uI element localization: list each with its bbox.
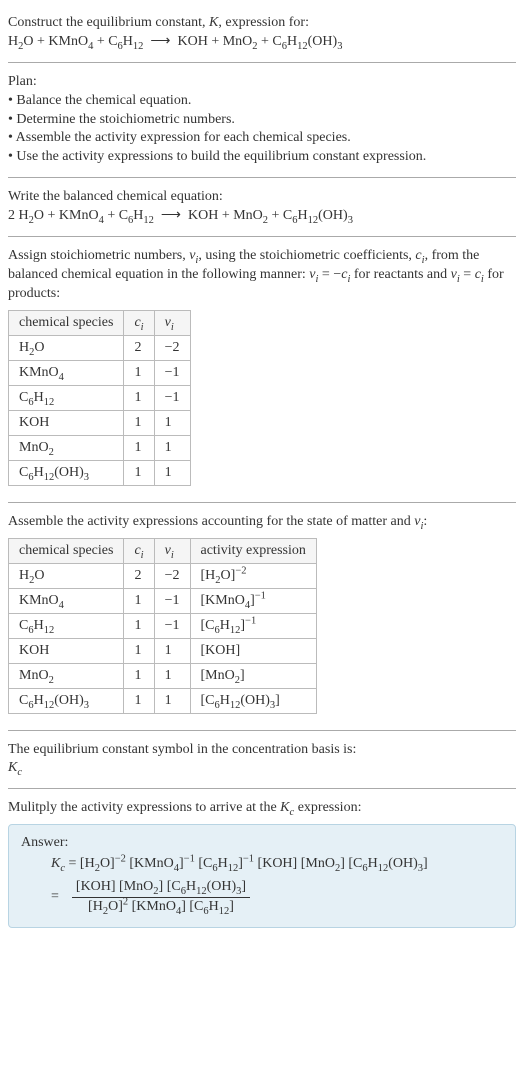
- col-vi: νi: [154, 310, 190, 335]
- activity-section: Assemble the activity expressions accoun…: [8, 507, 516, 726]
- divider: [8, 788, 516, 789]
- cell-species: KMnO4: [9, 360, 124, 385]
- cell-expr: [KOH]: [190, 638, 316, 663]
- answer-fraction: = [KOH] [MnO2] [C6H12(OH)3] [H2O]2 [KMnO…: [21, 878, 503, 917]
- cell-v: 1: [154, 638, 190, 663]
- answer-denominator: [H2O]2 [KMnO4] [C6H12]: [72, 898, 250, 917]
- col-vi: νi: [154, 538, 190, 563]
- cell-v: 1: [154, 688, 190, 713]
- answer-line1: Kc = [H2O]−2 [KMnO4]−1 [C6H12]−1 [KOH] […: [21, 855, 503, 874]
- plan-item: • Determine the stoichiometric numbers.: [8, 111, 516, 130]
- cell-c: 1: [124, 613, 154, 638]
- divider: [8, 502, 516, 503]
- symbol-line1: The equilibrium constant symbol in the c…: [8, 741, 516, 760]
- cell-v: −1: [154, 385, 190, 410]
- plan-item: • Use the activity expressions to build …: [8, 148, 516, 167]
- prompt-equation: H2O + KMnO4 + C6H12 ⟶ KOH + MnO2 + C6H12…: [8, 33, 516, 52]
- divider: [8, 730, 516, 731]
- table-row: KOH11: [9, 410, 191, 435]
- cell-species: MnO2: [9, 435, 124, 460]
- cell-species: KOH: [9, 638, 124, 663]
- cell-species: C6H12(OH)3: [9, 688, 124, 713]
- plan-item: • Balance the chemical equation.: [8, 92, 516, 111]
- table-row: C6H121−1[C6H12]−1: [9, 613, 317, 638]
- table-row: KMnO41−1: [9, 360, 191, 385]
- stoich-section: Assign stoichiometric numbers, νi, using…: [8, 241, 516, 498]
- table-header-row: chemical species ci νi activity expressi…: [9, 538, 317, 563]
- cell-c: 1: [124, 435, 154, 460]
- cell-c: 1: [124, 588, 154, 613]
- cell-expr: [C6H12]−1: [190, 613, 316, 638]
- plan-section: Plan: • Balance the chemical equation. •…: [8, 67, 516, 173]
- activity-table: chemical species ci νi activity expressi…: [8, 538, 317, 714]
- divider: [8, 177, 516, 178]
- cell-v: 1: [154, 460, 190, 485]
- table-header-row: chemical species ci νi: [9, 310, 191, 335]
- balanced-equation: 2 H2O + KMnO4 + C6H12 ⟶ KOH + MnO2 + C6H…: [8, 207, 516, 226]
- symbol-line2: Kc: [8, 759, 516, 778]
- cell-c: 1: [124, 360, 154, 385]
- cell-expr: [KMnO4]−1: [190, 588, 316, 613]
- cell-c: 2: [124, 563, 154, 588]
- table-row: H2O2−2: [9, 335, 191, 360]
- multiply-section: Mulitply the activity expressions to arr…: [8, 793, 516, 934]
- cell-c: 1: [124, 460, 154, 485]
- cell-expr: [H2O]−2: [190, 563, 316, 588]
- symbol-section: The equilibrium constant symbol in the c…: [8, 735, 516, 785]
- table-row: H2O2−2[H2O]−2: [9, 563, 317, 588]
- col-activity: activity expression: [190, 538, 316, 563]
- table-row: C6H12(OH)311[C6H12(OH)3]: [9, 688, 317, 713]
- stoich-table: chemical species ci νi H2O2−2 KMnO41−1 C…: [8, 310, 191, 486]
- cell-c: 1: [124, 688, 154, 713]
- cell-species: C6H12: [9, 613, 124, 638]
- cell-species: KMnO4: [9, 588, 124, 613]
- multiply-line: Mulitply the activity expressions to arr…: [8, 799, 516, 818]
- plan-item: • Assemble the activity expression for e…: [8, 129, 516, 148]
- col-ci: ci: [124, 310, 154, 335]
- cell-c: 1: [124, 638, 154, 663]
- stoich-intro: Assign stoichiometric numbers, νi, using…: [8, 247, 516, 304]
- divider: [8, 62, 516, 63]
- prompt-section: Construct the equilibrium constant, K, e…: [8, 8, 516, 58]
- cell-v: −1: [154, 360, 190, 385]
- cell-expr: [MnO2]: [190, 663, 316, 688]
- table-row: MnO211[MnO2]: [9, 663, 317, 688]
- cell-species: KOH: [9, 410, 124, 435]
- cell-v: −2: [154, 335, 190, 360]
- table-row: C6H12(OH)311: [9, 460, 191, 485]
- cell-v: −1: [154, 588, 190, 613]
- cell-c: 1: [124, 410, 154, 435]
- cell-species: C6H12: [9, 385, 124, 410]
- plan-heading: Plan:: [8, 73, 516, 92]
- col-ci: ci: [124, 538, 154, 563]
- col-species: chemical species: [9, 538, 124, 563]
- cell-v: 1: [154, 410, 190, 435]
- activity-intro: Assemble the activity expressions accoun…: [8, 513, 516, 532]
- table-row: KMnO41−1[KMnO4]−1: [9, 588, 317, 613]
- col-species: chemical species: [9, 310, 124, 335]
- table-row: KOH11[KOH]: [9, 638, 317, 663]
- cell-species: MnO2: [9, 663, 124, 688]
- cell-v: 1: [154, 663, 190, 688]
- cell-c: 1: [124, 663, 154, 688]
- cell-c: 2: [124, 335, 154, 360]
- cell-c: 1: [124, 385, 154, 410]
- balanced-heading: Write the balanced chemical equation:: [8, 188, 516, 207]
- cell-v: −2: [154, 563, 190, 588]
- table-row: C6H121−1: [9, 385, 191, 410]
- cell-species: C6H12(OH)3: [9, 460, 124, 485]
- answer-label: Answer:: [21, 835, 503, 851]
- answer-box: Answer: Kc = [H2O]−2 [KMnO4]−1 [C6H12]−1…: [8, 824, 516, 928]
- balanced-section: Write the balanced chemical equation: 2 …: [8, 182, 516, 232]
- cell-species: H2O: [9, 563, 124, 588]
- prompt-line1: Construct the equilibrium constant, K, e…: [8, 14, 516, 33]
- cell-v: 1: [154, 435, 190, 460]
- table-row: MnO211: [9, 435, 191, 460]
- answer-numerator: [KOH] [MnO2] [C6H12(OH)3]: [72, 878, 250, 898]
- cell-v: −1: [154, 613, 190, 638]
- cell-expr: [C6H12(OH)3]: [190, 688, 316, 713]
- cell-species: H2O: [9, 335, 124, 360]
- divider: [8, 236, 516, 237]
